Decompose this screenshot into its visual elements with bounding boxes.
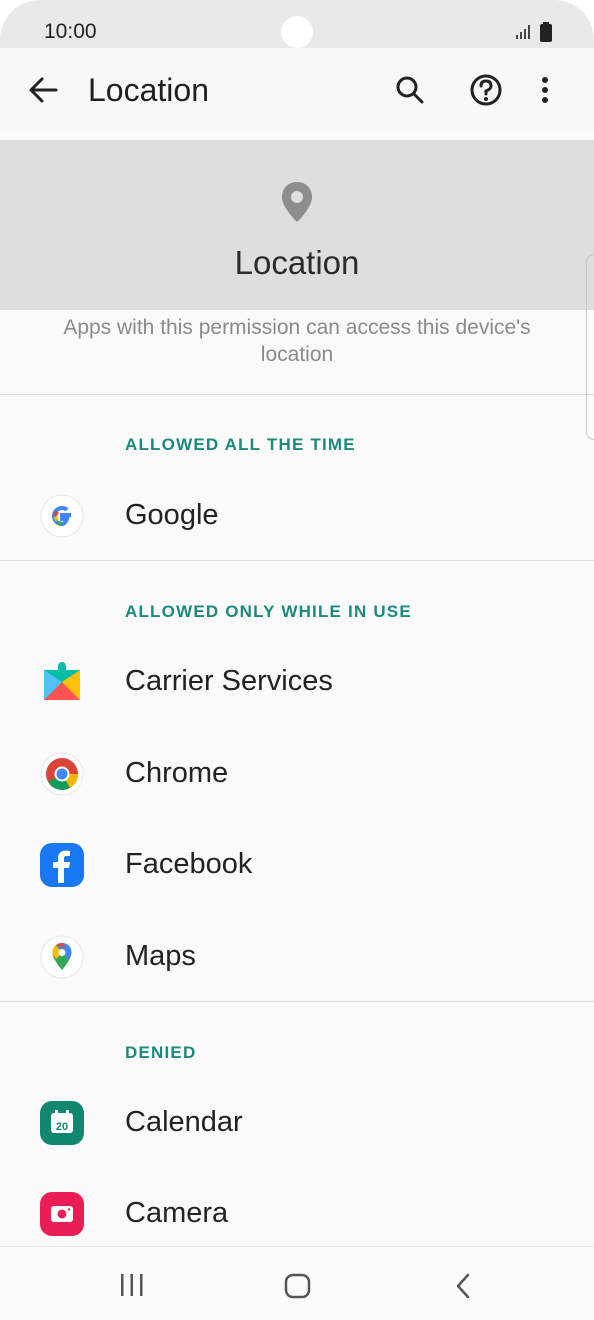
app-name: Google: [125, 499, 219, 531]
home-icon[interactable]: [284, 1273, 312, 1299]
back-button[interactable]: [24, 70, 64, 110]
svg-text:20: 20: [56, 1121, 68, 1133]
navigation-bar: [0, 1246, 594, 1320]
google-icon: [40, 494, 84, 538]
divider: [0, 560, 594, 561]
more-vert-icon: [542, 77, 548, 103]
page-title: Location: [88, 72, 209, 108]
recents-icon[interactable]: [118, 1273, 146, 1297]
app-name: Carrier Services: [125, 665, 333, 697]
app-name: Camera: [125, 1197, 229, 1229]
section-label-allowed-while-in-use: ALLOWED ONLY WHILE IN USE: [125, 602, 412, 621]
app-row-google[interactable]: Google: [0, 472, 594, 560]
status-time: 10:00: [44, 20, 97, 43]
divider: [0, 1001, 594, 1002]
app-row-camera[interactable]: Camera: [0, 1170, 594, 1258]
phone-screen: 10:00 Location Location Apps with this p…: [0, 0, 594, 1320]
app-row-chrome[interactable]: Chrome: [0, 730, 594, 818]
arrow-back-icon: [29, 77, 58, 103]
app-row-maps[interactable]: Maps: [0, 913, 594, 1001]
back-icon[interactable]: [454, 1273, 474, 1299]
app-row-carrier-services[interactable]: Carrier Services: [0, 638, 594, 726]
maps-icon: [40, 935, 84, 979]
app-name: Maps: [125, 940, 196, 972]
app-row-calendar[interactable]: 20 Calendar: [0, 1079, 594, 1167]
help-button[interactable]: [466, 70, 506, 110]
permission-description: Apps with this permission can access thi…: [63, 316, 531, 366]
facebook-icon: [40, 843, 84, 887]
search-button[interactable]: [390, 70, 430, 110]
app-name: Chrome: [125, 757, 229, 789]
header-panel: Location: [0, 140, 594, 310]
app-name: Facebook: [125, 848, 253, 880]
camera-cutout: [281, 16, 313, 48]
app-row-facebook[interactable]: Facebook: [0, 821, 594, 909]
battery-icon: [540, 22, 552, 42]
camera-icon: [40, 1192, 84, 1236]
calendar-icon: 20: [40, 1101, 84, 1145]
status-bar: 10:00: [0, 0, 594, 48]
signal-icon: [516, 25, 530, 39]
scrollbar[interactable]: [586, 254, 594, 440]
app-name: Calendar: [125, 1106, 243, 1138]
header-title: Location: [234, 244, 360, 281]
location-pin-icon: [282, 182, 312, 222]
carrier-services-icon: [44, 662, 80, 700]
help-icon: [470, 74, 502, 106]
section-label-allowed-all-time: ALLOWED ALL THE TIME: [125, 435, 356, 454]
section-label-denied: DENIED: [125, 1043, 197, 1062]
app-bar: Location: [0, 48, 594, 134]
more-options-button[interactable]: [527, 70, 563, 110]
chrome-icon: [40, 752, 84, 796]
divider: [0, 394, 594, 395]
search-icon: [396, 76, 424, 104]
